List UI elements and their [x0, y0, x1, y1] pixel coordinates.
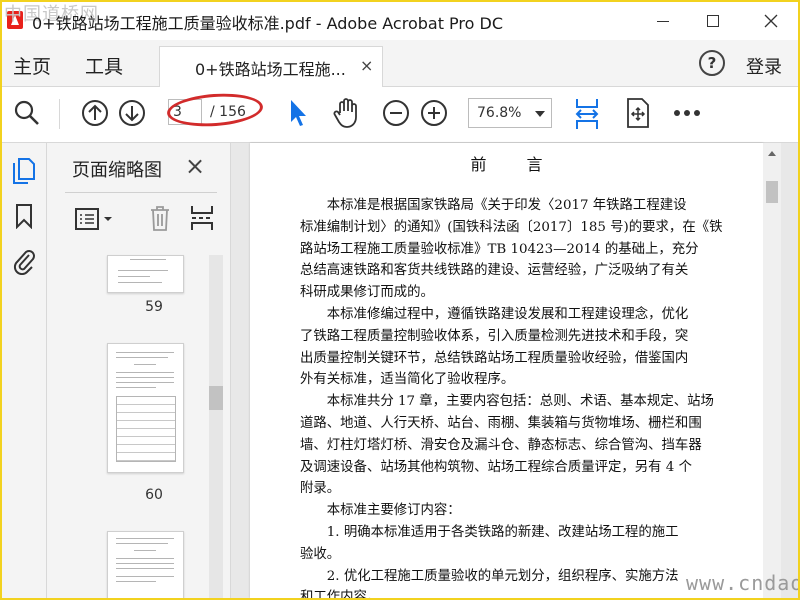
- help-icon[interactable]: ?: [699, 50, 725, 76]
- panel-divider: [65, 192, 217, 193]
- thumb-line: [118, 282, 162, 283]
- toolbar-divider: [59, 99, 60, 129]
- app-window: 中国道桥网 0+铁路站场工程施工质量验收标准.pdf - Adobe Acrob…: [0, 0, 800, 600]
- document-text-line: 本标准主要修订内容：: [300, 503, 461, 519]
- hand-tool-icon[interactable]: [332, 97, 362, 129]
- document-text-line: 2. 优化工程施工质量验收的单元划分，组织程序、实施方法: [300, 568, 679, 584]
- page-thumbnails-icon[interactable]: [12, 157, 36, 185]
- extract-pages-icon[interactable]: [189, 204, 215, 232]
- thumb-line: [116, 581, 156, 582]
- thumb-line: [130, 259, 166, 260]
- trash-icon[interactable]: [148, 204, 172, 232]
- tab-close-icon[interactable]: ×: [360, 56, 373, 75]
- document-text-line: 附录。: [300, 481, 341, 497]
- title-bar: 中国道桥网 0+铁路站场工程施工质量验收标准.pdf - Adobe Acrob…: [2, 2, 798, 40]
- thumbnail-options-icon[interactable]: [74, 206, 114, 232]
- document-text-line: 路站场工程施工质量验收标准》TB 10423—2014 的基础上，充分: [300, 241, 699, 257]
- thumb-line: [116, 377, 174, 378]
- thumb-line: [118, 270, 168, 271]
- thumbnail-page-59[interactable]: [107, 255, 184, 293]
- document-text-line: 墙、灯柱灯塔灯桥、滑安仓及漏斗仓、静态标志、综合管沟、挡车器: [300, 437, 702, 453]
- maximize-button[interactable]: [688, 2, 738, 40]
- zoom-select[interactable]: 76.8%: [468, 98, 552, 128]
- panel-title: 页面缩略图: [72, 160, 162, 181]
- document-tab[interactable]: 0+铁路站场工程施... ×: [159, 46, 383, 87]
- window-title: 0+铁路站场工程施工质量验收标准.pdf - Adobe Acrobat Pro…: [32, 14, 504, 33]
- thumbnail-page-number: 59: [145, 299, 163, 315]
- close-window-button[interactable]: [746, 2, 796, 40]
- zoom-value: 76.8%: [477, 105, 522, 121]
- menu-bar: 主页 工具 0+铁路站场工程施... × ? 登录: [2, 40, 798, 87]
- maximize-icon: [707, 15, 719, 27]
- document-viewer: 前言 本标准是根据国家铁路局《关于印发〈2017 年铁路工程建设标准编制计划〉的…: [231, 143, 798, 598]
- thumb-table: [116, 396, 176, 462]
- watermark-bottom: www.cndao.com: [686, 571, 800, 595]
- thumb-line: [134, 364, 156, 365]
- document-scrollbar-thumb[interactable]: [766, 181, 778, 203]
- zoom-in-icon[interactable]: [420, 99, 448, 127]
- thumb-line: [116, 563, 174, 564]
- attachment-icon[interactable]: [12, 247, 36, 275]
- thumb-line: [116, 357, 168, 358]
- document-text-line: 外有关标准，适当简化了验收程序。: [300, 372, 515, 388]
- document-text-line: 验收。: [300, 546, 341, 562]
- fit-width-icon[interactable]: [573, 97, 601, 131]
- document-text-line: 总结高速铁路和客货共线铁路的建设、运营经验，广泛吸纳了有关: [300, 263, 689, 279]
- document-text-line: 本标准修编过程中，遵循铁路建设发展和工程建设理念，优化: [300, 307, 689, 322]
- thumb-line: [116, 352, 174, 353]
- previous-page-icon[interactable]: [81, 99, 109, 127]
- select-pointer-icon[interactable]: [288, 98, 308, 128]
- panel-close-icon[interactable]: ×: [185, 152, 205, 180]
- menu-home[interactable]: 主页: [13, 52, 51, 79]
- thumbnail-scrollbar-thumb[interactable]: [209, 386, 223, 410]
- thumbnail-panel: 页面缩略图 × 59 60: [47, 143, 231, 598]
- pdf-page: 前言 本标准是根据国家铁路局《关于印发〈2017 年铁路工程建设标准编制计划〉的…: [250, 143, 763, 598]
- document-text-line: 1. 明确本标准适用于各类铁路的新建、改建站场工程的施工: [300, 525, 679, 540]
- thumb-line: [118, 276, 150, 277]
- minimize-icon: [657, 20, 669, 22]
- document-text-line: 科研成果修订而成的。: [300, 285, 434, 301]
- minimize-button[interactable]: [638, 2, 688, 40]
- thumb-line: [116, 538, 174, 539]
- bookmark-icon[interactable]: [15, 203, 33, 229]
- document-text-line: 及调速设备、站场其他构筑物、站场工程综合质量评定，另有 4 个: [300, 459, 692, 475]
- document-text-line: 和工作内容。: [300, 590, 381, 600]
- document-heading: 前言: [470, 155, 583, 174]
- document-text-line: 本标准是根据国家铁路局《关于印发〈2017 年铁路工程建设: [300, 198, 687, 213]
- document-scrollbar[interactable]: [763, 143, 781, 598]
- thumb-line: [116, 576, 174, 577]
- close-icon: [764, 14, 778, 28]
- login-link[interactable]: 登录: [746, 53, 782, 79]
- thumb-line: [116, 382, 174, 383]
- scroll-up-arrow-icon[interactable]: [768, 151, 776, 156]
- thumbnail-page-60[interactable]: [107, 343, 184, 473]
- document-text-line: 本标准共分 17 章，主要内容包括：总则、术语、基本规定、站场: [300, 394, 714, 410]
- navigation-rail: [2, 143, 47, 598]
- full-screen-icon[interactable]: [625, 97, 651, 129]
- thumb-line: [116, 387, 156, 388]
- document-text-line: 出质量控制关键环节，总结铁路站场工程质量验收经验，借鉴国内: [300, 350, 689, 366]
- document-tab-label: 0+铁路站场工程施...: [195, 60, 346, 79]
- more-options-icon[interactable]: [673, 109, 701, 117]
- thumb-line: [134, 550, 156, 551]
- search-icon[interactable]: [13, 99, 41, 127]
- toolbar: [2, 87, 798, 143]
- next-page-icon[interactable]: [118, 99, 146, 127]
- thumbnail-scrollbar[interactable]: [209, 255, 223, 598]
- thumb-line: [116, 568, 174, 569]
- zoom-out-icon[interactable]: [382, 99, 410, 127]
- document-text-line: 道路、地道、人行天桥、站台、雨棚、集装箱与货物堆场、栅栏和围: [300, 416, 702, 431]
- document-text-line: 标准编制计划〉的通知》(国铁科法函〔2017〕185 号)的要求，在《铁: [300, 219, 723, 235]
- chevron-down-icon: [535, 111, 545, 117]
- thumbnail-page-61[interactable]: [107, 531, 184, 598]
- thumb-line: [116, 543, 168, 544]
- thumb-line: [116, 558, 174, 559]
- document-text-line: 了铁路工程质量控制验收体系，引入质量检测先进技术和手段，突: [300, 328, 689, 344]
- menu-tools[interactable]: 工具: [85, 52, 123, 79]
- thumb-line: [116, 372, 174, 373]
- thumbnail-page-number: 60: [145, 487, 163, 503]
